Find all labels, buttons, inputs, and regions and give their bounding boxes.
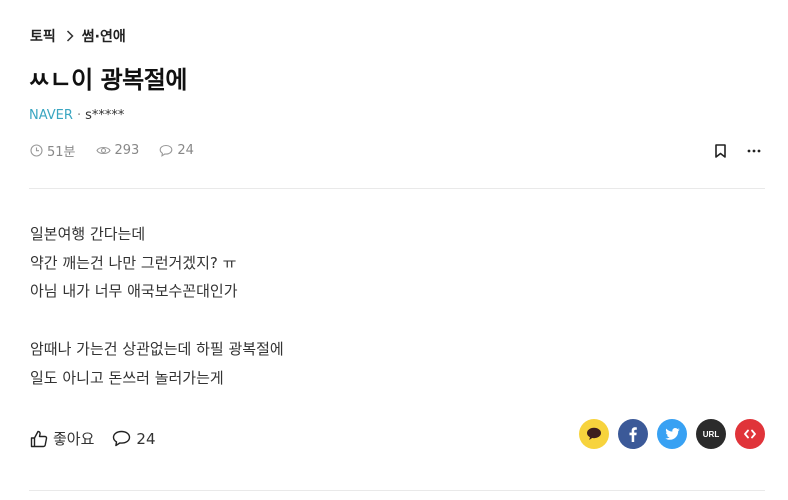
kakao-icon [587, 427, 601, 440]
comment-icon [159, 144, 173, 157]
share-url-button[interactable]: URL [696, 419, 726, 449]
like-button[interactable]: 좋아요 [30, 428, 94, 449]
facebook-icon [629, 426, 637, 442]
more-icon [747, 149, 761, 153]
stat-time: 51분 [30, 141, 76, 160]
thumbs-up-icon [30, 430, 48, 447]
like-label: 좋아요 [53, 430, 95, 448]
body-line: 일도 아니고 돈쓰러 놀러가는게 [30, 368, 224, 387]
share-bar: URL [570, 419, 765, 449]
share-facebook-button[interactable] [618, 419, 648, 449]
body-line: 일본여행 간다는데 [30, 225, 146, 243]
more-button[interactable] [744, 142, 764, 160]
header-divider [29, 188, 765, 189]
breadcrumb-category[interactable]: 썸·연애 [82, 26, 126, 46]
body-line: 아님 내가 너무 애국보수꼰대인가 [30, 282, 238, 301]
share-embed-button[interactable] [735, 419, 765, 449]
bookmark-icon [714, 144, 726, 158]
stat-comments: 24 [159, 143, 194, 158]
chevron-right-icon [66, 30, 74, 42]
comment-button[interactable]: 24 [112, 429, 156, 448]
comment-count: 24 [136, 429, 156, 448]
eye-icon [95, 146, 111, 155]
author-separator: · [76, 108, 82, 123]
post-actions [696, 142, 764, 160]
stat-views-value: 293 [114, 143, 140, 158]
post-stats: 51분 293 24 [30, 141, 214, 160]
reactions-bar: 좋아요 24 [30, 428, 174, 449]
post-author: NAVER · s***** [29, 108, 124, 123]
body-blank-line [30, 306, 284, 335]
author-name: s***** [85, 108, 125, 123]
stat-views: 293 [95, 143, 140, 158]
post-source[interactable]: NAVER [29, 108, 73, 123]
clock-icon [30, 144, 43, 157]
body-line: 약간 깨는건 나만 그런거겠지? ㅠ [30, 253, 237, 272]
twitter-icon [664, 428, 680, 440]
footer-divider [29, 490, 765, 491]
post-title: ㅆㄴ이 광복절에 [28, 66, 187, 94]
share-twitter-button[interactable] [657, 419, 687, 449]
comment-icon [113, 430, 131, 447]
bookmark-button[interactable] [710, 142, 730, 160]
stat-time-value: 51분 [47, 145, 76, 160]
stat-comments-value: 24 [177, 143, 194, 158]
embed-icon [744, 429, 756, 439]
body-line: 암때나 가는건 상관없는데 하필 광복절에 [30, 339, 284, 358]
breadcrumb: 토픽 썸·연애 [30, 26, 126, 46]
share-kakao-button[interactable] [579, 419, 609, 449]
url-icon: URL [702, 429, 720, 439]
breadcrumb-topic[interactable]: 토픽 [30, 26, 56, 46]
post-body: 일본여행 간다는데 약간 깨는건 나만 그런거겠지? ㅠ 아님 내가 너무 애국… [30, 220, 284, 392]
